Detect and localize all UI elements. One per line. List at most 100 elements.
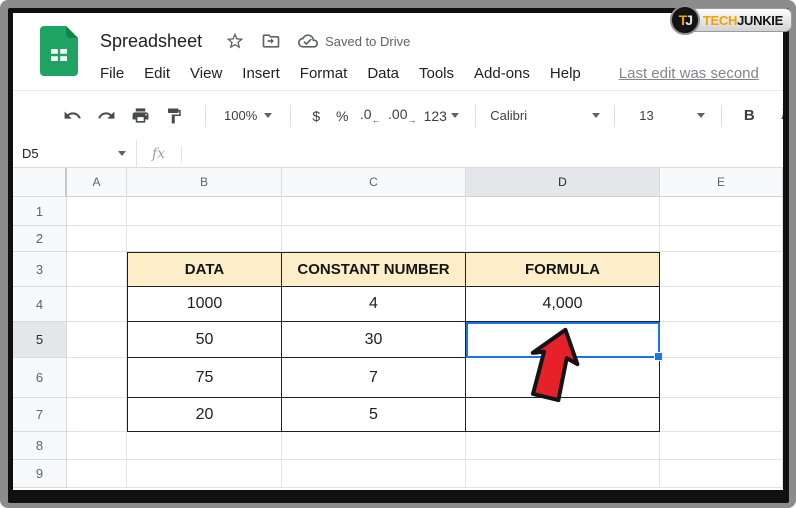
column-header-D[interactable]: D — [466, 168, 660, 197]
cell-E3[interactable] — [660, 252, 783, 287]
formula-bar: D5 fx — [13, 140, 783, 168]
cell-B5[interactable]: 50 — [127, 322, 282, 358]
row-header-4[interactable]: 4 — [13, 287, 67, 322]
italic-button[interactable]: I — [768, 101, 783, 131]
cell-C4[interactable]: 4 — [282, 287, 466, 322]
row-header-7[interactable]: 7 — [13, 398, 67, 432]
cell-A4[interactable] — [67, 287, 127, 322]
decrease-decimal-button[interactable]: .0← — [355, 106, 385, 125]
cell-D4[interactable]: 4,000 — [466, 287, 660, 322]
cell-A1[interactable] — [67, 197, 127, 226]
cell-C3[interactable]: CONSTANT NUMBER — [282, 252, 466, 287]
cell-A3[interactable] — [67, 252, 127, 287]
cell-E9[interactable] — [660, 460, 783, 488]
menubar: File Edit View Insert Format Data Tools … — [100, 61, 783, 86]
column-header-B[interactable]: B — [127, 168, 282, 197]
cell-A5[interactable] — [67, 322, 127, 358]
toolbar-divider — [290, 105, 291, 127]
cell-E8[interactable] — [660, 432, 783, 460]
bold-button[interactable]: B — [734, 101, 764, 131]
cell-E6[interactable] — [660, 358, 783, 398]
chevron-down-icon — [451, 113, 459, 118]
cell-B3[interactable]: DATA — [127, 252, 282, 287]
row-header-1[interactable]: 1 — [13, 197, 67, 226]
font-size-select[interactable]: 13 — [627, 108, 709, 123]
cell-E7[interactable] — [660, 398, 783, 432]
cell-B7[interactable]: 20 — [127, 398, 282, 432]
cell-C9[interactable] — [282, 460, 466, 488]
undo-button[interactable] — [57, 101, 87, 131]
row-header-2[interactable]: 2 — [13, 226, 67, 252]
cell-C8[interactable] — [282, 432, 466, 460]
cell-C7[interactable]: 5 — [282, 398, 466, 432]
last-edit-link[interactable]: Last edit was second — [619, 65, 759, 82]
toolbar-divider — [475, 105, 476, 127]
cell-B1[interactable] — [127, 197, 282, 226]
cell-E2[interactable] — [660, 226, 783, 252]
cell-C2[interactable] — [282, 226, 466, 252]
row-header-5[interactable]: 5 — [13, 322, 67, 358]
menu-add-ons[interactable]: Add-ons — [474, 65, 530, 82]
cell-B2[interactable] — [127, 226, 282, 252]
more-formats-button[interactable]: 123 — [419, 108, 463, 124]
increase-decimal-button[interactable]: .00→ — [385, 106, 419, 125]
cell-D3[interactable]: FORMULA — [466, 252, 660, 287]
cell-B4[interactable]: 1000 — [127, 287, 282, 322]
menu-tools[interactable]: Tools — [419, 65, 454, 82]
cell-D1[interactable] — [466, 197, 660, 226]
row-header-9[interactable]: 9 — [13, 460, 67, 488]
cell-C5[interactable]: 30 — [282, 322, 466, 358]
cell-D8[interactable] — [466, 432, 660, 460]
column-header-E[interactable]: E — [660, 168, 783, 197]
google-sheets-icon[interactable] — [40, 26, 78, 76]
format-percent-button[interactable]: % — [329, 108, 355, 124]
star-icon[interactable] — [224, 30, 246, 52]
toolbar: 100% $ % .0← .00→ 123 Calibri 13 — [13, 90, 783, 140]
cell-B6[interactable]: 75 — [127, 358, 282, 398]
cell-D9[interactable] — [466, 460, 660, 488]
cell-A8[interactable] — [67, 432, 127, 460]
save-status[interactable]: Saved to Drive — [298, 31, 410, 51]
row-header-3[interactable]: 3 — [13, 252, 67, 287]
zoom-value: 100% — [224, 108, 257, 123]
column-header-A[interactable]: A — [67, 168, 127, 197]
name-box-value: D5 — [22, 146, 39, 161]
menu-help[interactable]: Help — [550, 65, 581, 82]
menu-data[interactable]: Data — [367, 65, 399, 82]
name-box[interactable]: D5 — [13, 140, 137, 167]
column-header-C[interactable]: C — [282, 168, 466, 197]
row-header-8[interactable]: 8 — [13, 432, 67, 460]
menu-format[interactable]: Format — [300, 65, 348, 82]
cell-E5[interactable] — [660, 322, 783, 358]
menu-view[interactable]: View — [190, 65, 222, 82]
cell-A6[interactable] — [67, 358, 127, 398]
zoom-select[interactable]: 100% — [218, 108, 278, 123]
format-currency-button[interactable]: $ — [303, 108, 329, 124]
cell-B8[interactable] — [127, 432, 282, 460]
cell-E4[interactable] — [660, 287, 783, 322]
cell-B9[interactable] — [127, 460, 282, 488]
cell-C1[interactable] — [282, 197, 466, 226]
cell-A9[interactable] — [67, 460, 127, 488]
move-to-folder-icon[interactable] — [260, 30, 282, 52]
grid-corner[interactable] — [13, 168, 67, 197]
chevron-down-icon — [592, 113, 600, 118]
menu-file[interactable]: File — [100, 65, 124, 82]
cell-D2[interactable] — [466, 226, 660, 252]
print-button[interactable] — [125, 101, 155, 131]
menu-insert[interactable]: Insert — [242, 65, 280, 82]
paint-format-button[interactable] — [159, 101, 189, 131]
cell-C6[interactable]: 7 — [282, 358, 466, 398]
document-title[interactable]: Spreadsheet — [100, 31, 202, 52]
menu-edit[interactable]: Edit — [144, 65, 170, 82]
cell-A2[interactable] — [67, 226, 127, 252]
cell-A7[interactable] — [67, 398, 127, 432]
redo-button[interactable] — [91, 101, 121, 131]
formula-input[interactable] — [182, 140, 783, 167]
row-header-6[interactable]: 6 — [13, 358, 67, 398]
sheets-app-window: Spreadsheet Saved to Drive File Edit Vie… — [13, 13, 783, 490]
fill-handle[interactable] — [654, 352, 663, 361]
cell-E1[interactable] — [660, 197, 783, 226]
font-select[interactable]: Calibri — [488, 108, 602, 123]
chevron-down-icon — [697, 113, 705, 118]
